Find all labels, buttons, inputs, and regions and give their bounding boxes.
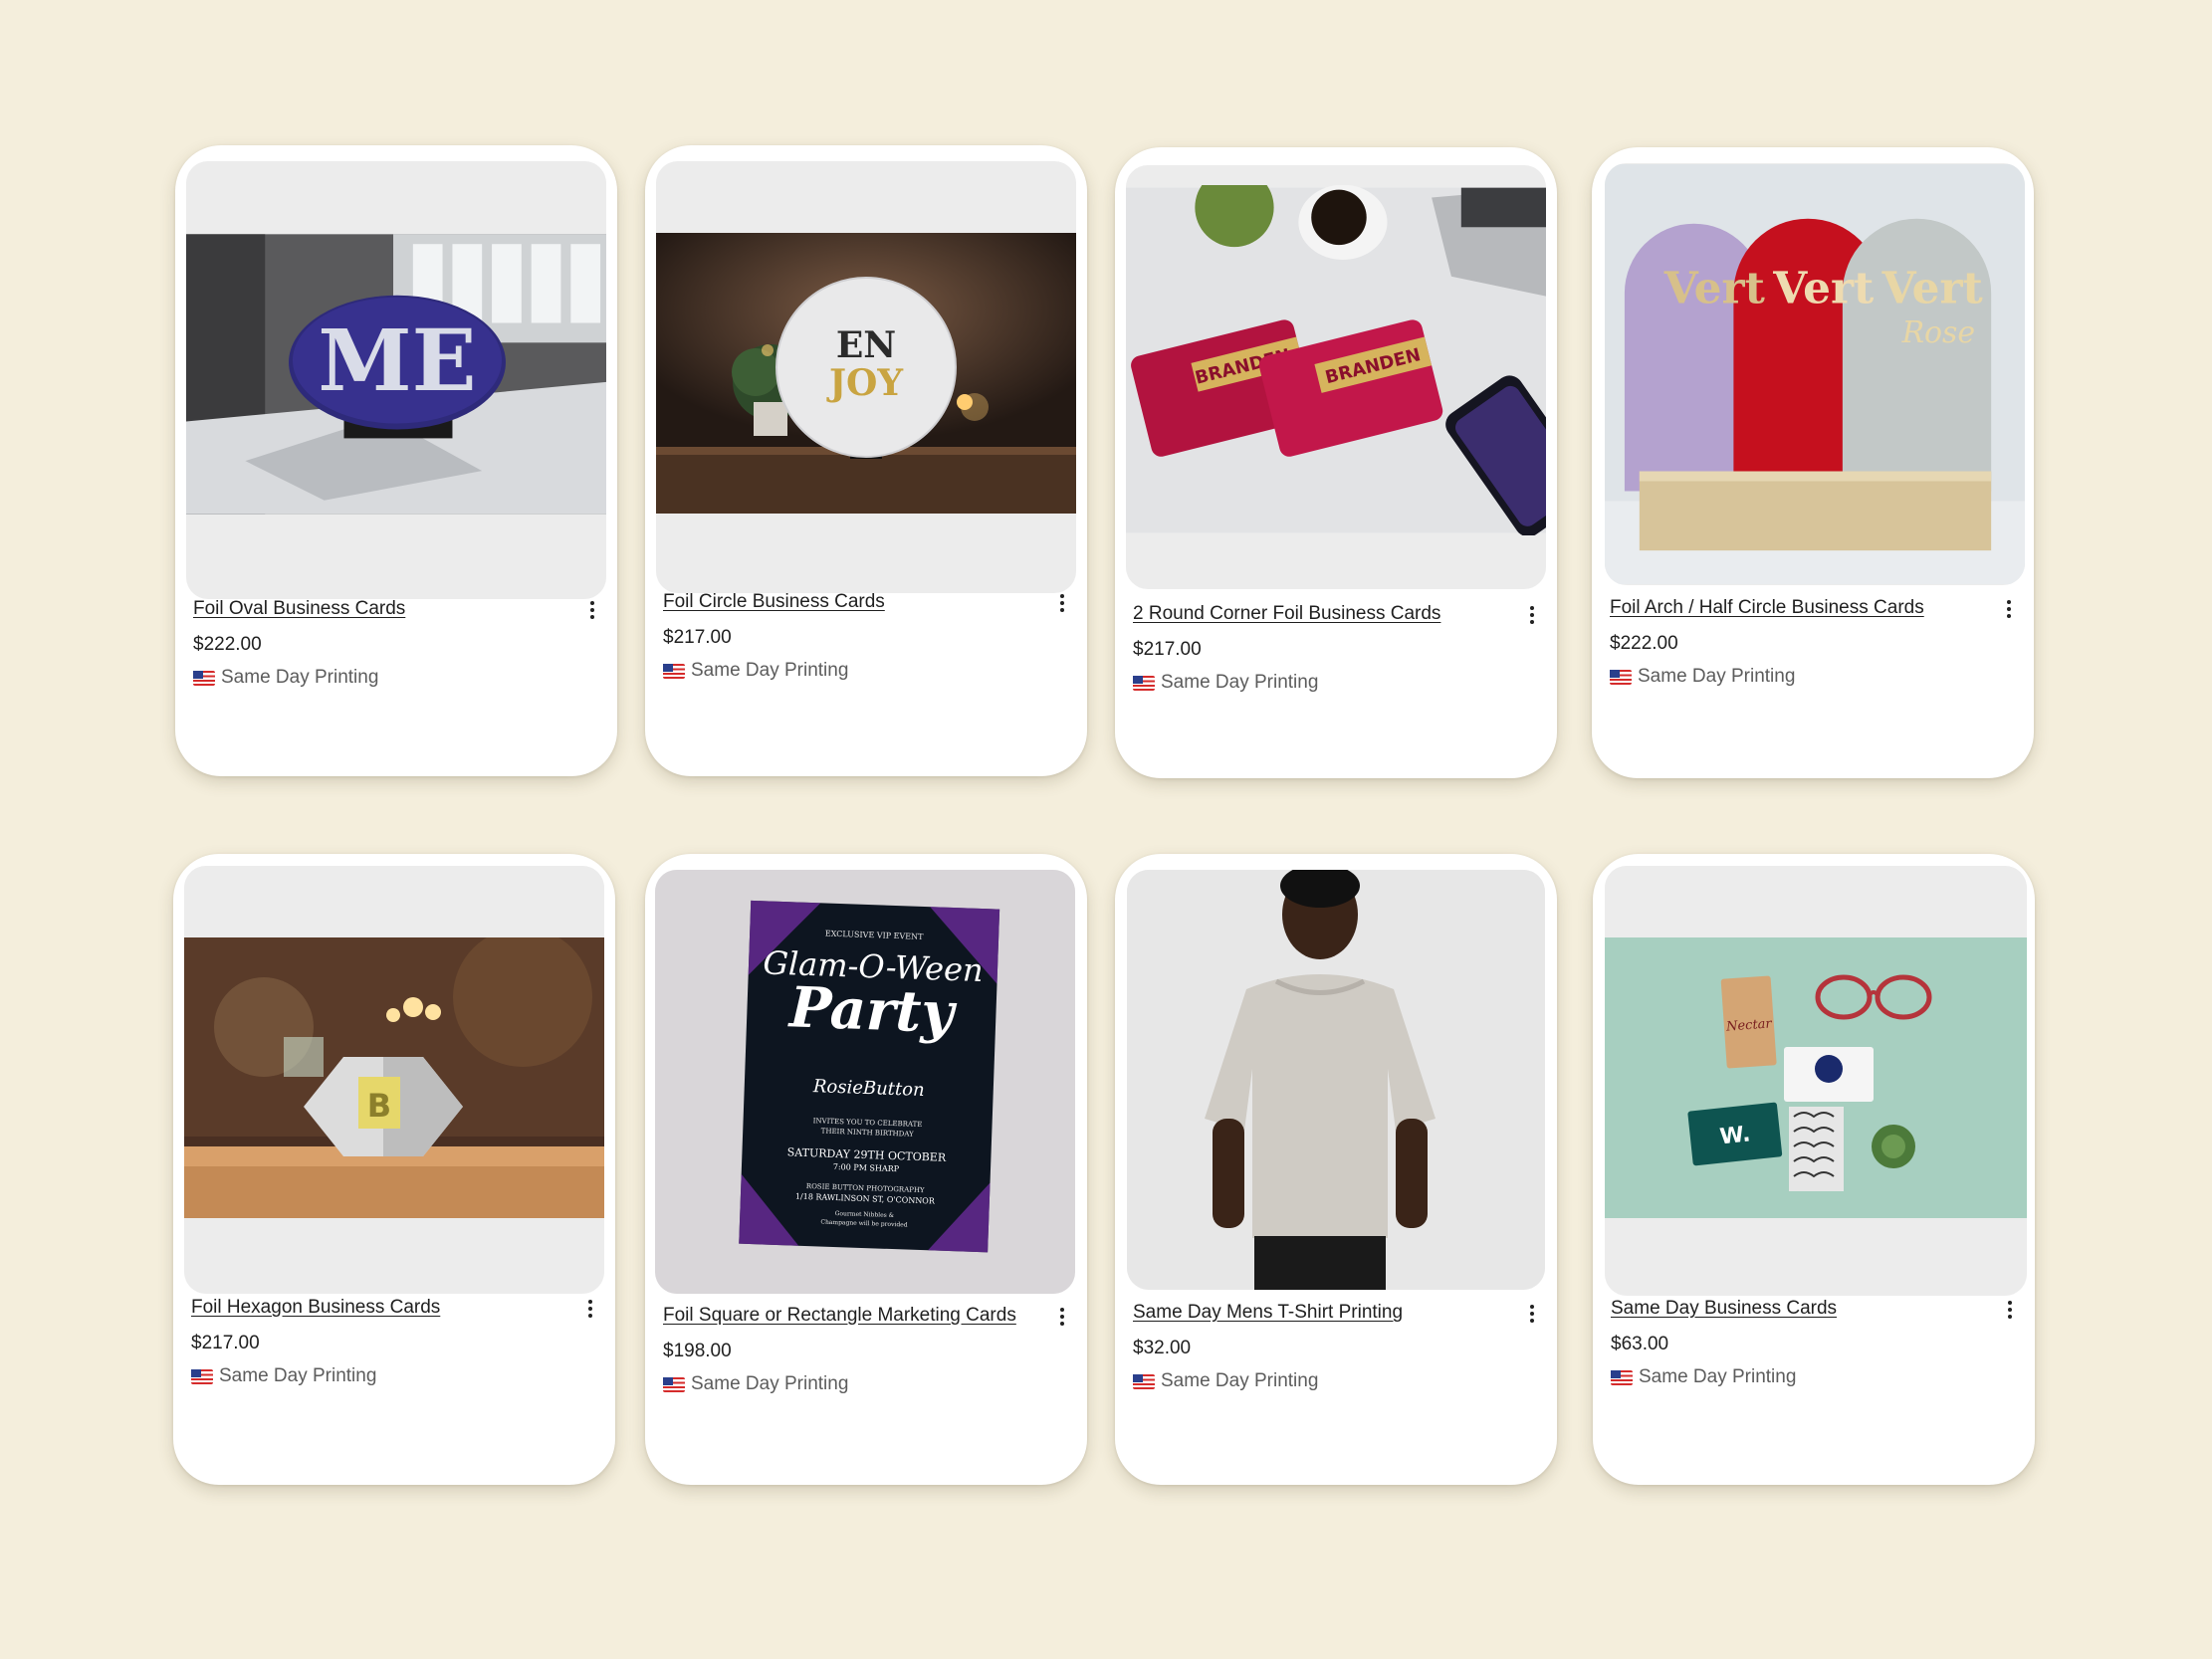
product-card[interactable]: EN JOY Foil Circle Business Cards $217.0… bbox=[645, 145, 1087, 776]
product-price: $222.00 bbox=[193, 634, 262, 655]
flag-icon bbox=[191, 1368, 213, 1384]
svg-text:Vert: Vert bbox=[1881, 263, 1984, 313]
svg-text:B: B bbox=[367, 1087, 391, 1125]
more-vert-icon[interactable] bbox=[583, 1297, 597, 1321]
seller-name: Same Day Printing bbox=[1638, 666, 1796, 687]
more-vert-icon[interactable] bbox=[2002, 597, 2016, 621]
product-card[interactable]: EXCLUSIVE VIP EVENT Glam-O-Ween Party Ro… bbox=[645, 854, 1087, 1485]
invite-host: RosieButton bbox=[812, 1076, 925, 1101]
product-image[interactable]: Vert Vert Vert Rose bbox=[1605, 163, 2025, 585]
seller-name: Same Day Printing bbox=[1639, 1366, 1797, 1387]
product-price: $222.00 bbox=[1610, 633, 1678, 654]
product-photo: ME bbox=[186, 234, 606, 515]
product-seller: Same Day Printing bbox=[1611, 1366, 2017, 1388]
svg-text:JOY: JOY bbox=[826, 362, 904, 404]
flag-icon bbox=[1611, 1369, 1633, 1385]
flag-icon bbox=[663, 663, 685, 679]
seller-name: Same Day Printing bbox=[691, 1373, 849, 1394]
flag-icon bbox=[663, 1376, 685, 1392]
product-title[interactable]: Same Day Mens T-Shirt Printing bbox=[1133, 1302, 1539, 1324]
more-vert-icon[interactable] bbox=[1525, 603, 1539, 627]
product-photo: Nectar W. bbox=[1605, 937, 2027, 1218]
product-title[interactable]: Foil Arch / Half Circle Business Cards bbox=[1610, 597, 2016, 619]
svg-text:EN: EN bbox=[836, 324, 896, 366]
product-photo: B bbox=[184, 937, 604, 1218]
product-card[interactable]: ME Foil Oval Business Cards $222.00 Same… bbox=[175, 145, 617, 776]
product-title[interactable]: Foil Square or Rectangle Marketing Cards bbox=[663, 1305, 1069, 1327]
seller-name: Same Day Printing bbox=[219, 1365, 377, 1386]
product-card[interactable]: Nectar W. Same Day Business Cards $63.00… bbox=[1593, 854, 2035, 1485]
product-photo: BRANDEN BRANDEN bbox=[1126, 185, 1546, 535]
product-title[interactable]: Foil Oval Business Cards bbox=[193, 598, 599, 620]
flag-icon bbox=[1133, 1373, 1155, 1389]
product-image[interactable]: EN JOY bbox=[656, 161, 1076, 593]
product-title[interactable]: Foil Hexagon Business Cards bbox=[191, 1297, 597, 1319]
product-image[interactable] bbox=[1127, 870, 1545, 1290]
svg-text:Vert: Vert bbox=[1772, 263, 1875, 313]
svg-text:ME: ME bbox=[318, 311, 476, 411]
product-title[interactable]: 2 Round Corner Foil Business Cards bbox=[1133, 603, 1539, 625]
product-price: $217.00 bbox=[1133, 639, 1202, 660]
invite-title-line2: Party bbox=[786, 974, 958, 1046]
product-image[interactable]: Nectar W. bbox=[1605, 866, 2027, 1296]
flag-icon bbox=[193, 670, 215, 686]
product-card[interactable]: B Foil Hexagon Business Cards $217.00 Sa… bbox=[173, 854, 615, 1485]
product-seller: Same Day Printing bbox=[663, 660, 1069, 682]
product-seller: Same Day Printing bbox=[1133, 1370, 1539, 1392]
product-price: $217.00 bbox=[663, 627, 732, 648]
product-seller: Same Day Printing bbox=[1133, 672, 1539, 694]
product-price: $32.00 bbox=[1133, 1338, 1192, 1358]
seller-name: Same Day Printing bbox=[691, 660, 849, 681]
product-price: $217.00 bbox=[191, 1333, 260, 1353]
seller-name: Same Day Printing bbox=[1161, 1370, 1319, 1391]
more-vert-icon[interactable] bbox=[1055, 591, 1069, 615]
svg-text:Rose: Rose bbox=[1901, 315, 1975, 350]
more-vert-icon[interactable] bbox=[2003, 1298, 2017, 1322]
svg-text:W.: W. bbox=[1718, 1122, 1751, 1149]
product-image[interactable]: EXCLUSIVE VIP EVENT Glam-O-Ween Party Ro… bbox=[655, 870, 1075, 1294]
more-vert-icon[interactable] bbox=[1525, 1302, 1539, 1326]
product-image[interactable]: BRANDEN BRANDEN bbox=[1126, 165, 1546, 589]
product-photo: EXCLUSIVE VIP EVENT Glam-O-Ween Party Ro… bbox=[655, 870, 1075, 1294]
product-photo: Vert Vert Vert Rose bbox=[1605, 164, 2025, 584]
product-image[interactable]: B bbox=[184, 866, 604, 1294]
product-price: $63.00 bbox=[1611, 1334, 1669, 1354]
product-price: $198.00 bbox=[663, 1341, 732, 1361]
product-seller: Same Day Printing bbox=[663, 1373, 1069, 1395]
product-title[interactable]: Same Day Business Cards bbox=[1611, 1298, 2017, 1320]
flag-icon bbox=[1610, 669, 1632, 685]
product-seller: Same Day Printing bbox=[1610, 666, 2016, 688]
product-photo bbox=[1127, 870, 1545, 1290]
seller-name: Same Day Printing bbox=[1161, 672, 1319, 693]
product-photo: EN JOY bbox=[656, 233, 1076, 514]
flag-icon bbox=[1133, 675, 1155, 691]
product-card[interactable]: Same Day Mens T-Shirt Printing $32.00 Sa… bbox=[1115, 854, 1557, 1485]
product-seller: Same Day Printing bbox=[193, 667, 599, 689]
product-card[interactable]: Vert Vert Vert Rose Foil Arch / Half Cir… bbox=[1592, 147, 2034, 778]
seller-name: Same Day Printing bbox=[221, 667, 379, 688]
more-vert-icon[interactable] bbox=[1055, 1305, 1069, 1329]
product-card[interactable]: BRANDEN BRANDEN 2 Round Corner Foil Busi… bbox=[1115, 147, 1557, 778]
svg-text:Vert: Vert bbox=[1663, 263, 1766, 313]
product-seller: Same Day Printing bbox=[191, 1365, 597, 1387]
product-image[interactable]: ME bbox=[186, 161, 606, 599]
product-title[interactable]: Foil Circle Business Cards bbox=[663, 591, 1069, 613]
more-vert-icon[interactable] bbox=[585, 598, 599, 622]
